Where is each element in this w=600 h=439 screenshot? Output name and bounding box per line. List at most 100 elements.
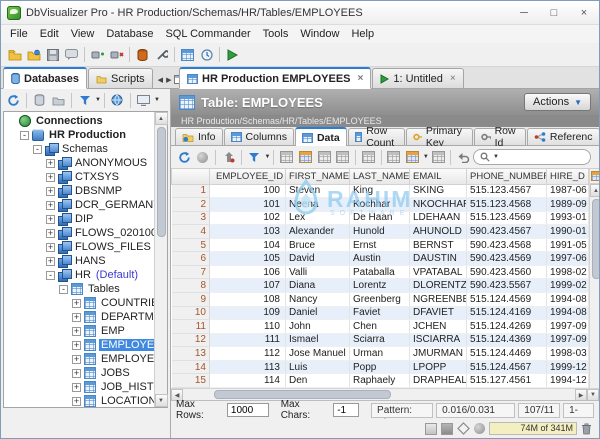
cell-hire-date[interactable]: 1989-09 (546, 197, 589, 212)
cell-first-name[interactable]: Diana (285, 278, 350, 293)
table-row[interactable]: 14 113 Luis Popp LPOPP 515.124.4567 1999… (171, 360, 589, 375)
cell-last-name[interactable]: Lorentz (349, 278, 410, 293)
tab-scroll-left-icon[interactable]: ◀ (158, 76, 163, 84)
cell-first-name[interactable]: Den (285, 373, 350, 388)
cell-email[interactable]: DRAPHEAL (409, 373, 467, 388)
menu-item[interactable]: File (4, 28, 34, 40)
cell-email[interactable]: DLORENTZ (409, 278, 467, 293)
duplicate-row-icon[interactable] (296, 148, 315, 167)
cell-phone-number[interactable]: 515.124.4269 (466, 319, 547, 334)
status-connection-icon[interactable] (474, 423, 485, 434)
cell-last-name[interactable]: Hunold (349, 224, 410, 239)
menu-item[interactable]: SQL Commander (159, 28, 256, 40)
cell-hire-date[interactable]: 1994-12 (546, 373, 589, 388)
disconnect-icon[interactable] (107, 45, 126, 64)
grid-filter-icon[interactable] (245, 148, 264, 167)
actions-button[interactable]: Actions ▼ (524, 93, 591, 111)
table-row[interactable]: 5 104 Bruce Ernst BERNST 590.423.4568 19… (171, 238, 589, 253)
cell-last-name[interactable]: Chen (349, 319, 410, 334)
tree-expander-icon[interactable]: + (72, 354, 81, 364)
cell-employee-id[interactable]: 102 (209, 211, 286, 226)
maximize-button[interactable]: □ (539, 1, 569, 24)
status-compass-icon[interactable] (457, 422, 470, 435)
cell-employee-id[interactable]: 108 (209, 292, 286, 307)
hscroll-track[interactable] (183, 389, 575, 400)
cell-last-name[interactable]: Pataballa (349, 265, 410, 280)
garbage-collect-icon[interactable] (581, 422, 592, 435)
cell-hire-date[interactable]: 1999-12 (546, 360, 589, 375)
row-number-cell[interactable]: 15 (171, 373, 210, 388)
tree-node[interactable]: + CTXSYS (4, 170, 154, 184)
scroll-down-icon[interactable]: ▼ (154, 394, 168, 407)
cell-email[interactable]: AHUNOLD (409, 224, 467, 239)
grid-scrollbar-thumb[interactable] (591, 199, 599, 279)
cell-email[interactable]: DAUSTIN (409, 251, 467, 266)
cell-last-name[interactable]: De Haan (349, 211, 410, 226)
cell-email[interactable]: NKOCHHAR (409, 197, 467, 212)
tree-expander-icon[interactable]: + (72, 298, 81, 308)
cell-employee-id[interactable]: 106 (209, 265, 286, 280)
cell-phone-number[interactable]: 515.124.4567 (466, 360, 547, 375)
tab-close-icon[interactable]: × (358, 73, 364, 84)
cell-email[interactable]: JCHEN (409, 319, 467, 334)
cell-last-name[interactable]: Austin (349, 251, 410, 266)
cell-first-name[interactable]: Alexander (285, 224, 350, 239)
cell-hire-date[interactable]: 1993-01 (546, 211, 589, 226)
tree-node[interactable]: - HR (Default) (4, 268, 154, 282)
tree-expander-icon[interactable]: + (46, 200, 55, 210)
cell-email[interactable]: JMURMAN (409, 346, 467, 361)
cell-hire-date[interactable]: 1999-02 (546, 278, 589, 293)
cell-phone-number[interactable]: 590.423.4568 (466, 238, 547, 253)
row-number-cell[interactable]: 5 (171, 238, 210, 253)
tree-node[interactable]: - Tables (4, 282, 154, 296)
menu-item[interactable]: Database (100, 28, 159, 40)
cell-phone-number[interactable]: 515.123.4569 (466, 211, 547, 226)
row-number-cell[interactable]: 4 (171, 224, 210, 239)
tree-node[interactable]: + DBSNMP (4, 184, 154, 198)
table-row[interactable]: 9 108 Nancy Greenberg NGREENBE 515.124.4… (171, 292, 589, 307)
cell-email[interactable]: NGREENBE (409, 292, 467, 307)
tab-table-employees[interactable]: HR Production EMPLOYEES × (179, 67, 372, 89)
refresh-icon[interactable] (4, 91, 23, 110)
stop-icon[interactable] (194, 148, 213, 167)
cell-first-name[interactable]: Daniel (285, 306, 350, 321)
tree-node[interactable]: + DIP (4, 212, 154, 226)
cell-last-name[interactable]: King (349, 184, 410, 199)
monitor-icon[interactable] (134, 91, 153, 110)
calendar-edit-icon[interactable] (403, 148, 422, 167)
reload-grid-icon[interactable] (175, 148, 194, 167)
cell-employee-id[interactable]: 109 (209, 306, 286, 321)
cell-first-name[interactable]: Neena (285, 197, 350, 212)
cell-first-name[interactable]: Jose Manuel (285, 346, 350, 361)
cell-hire-date[interactable]: 1994-08 (546, 292, 589, 307)
cell-last-name[interactable]: Sciarra (349, 333, 410, 348)
cell-hire-date[interactable]: 1987-06 (546, 184, 589, 199)
tree-expander-icon[interactable]: - (33, 144, 42, 154)
row-number-cell[interactable]: 12 (171, 333, 210, 348)
table-row[interactable]: 6 105 David Austin DAUSTIN 590.423.4569 … (171, 251, 589, 266)
cell-phone-number[interactable]: 515.127.4561 (466, 373, 547, 388)
cell-email[interactable]: ISCIARRA (409, 333, 467, 348)
tree-expander-icon[interactable]: + (72, 326, 81, 336)
connect-icon[interactable] (88, 45, 107, 64)
menu-item[interactable]: View (65, 28, 101, 40)
grid-horizontal-scrollbar[interactable]: ◀ ▶ ▼ (171, 388, 599, 401)
menu-item[interactable]: Window (294, 28, 345, 40)
tree-expander-icon[interactable]: + (46, 228, 55, 238)
cell-phone-number[interactable]: 515.124.4169 (466, 306, 547, 321)
tree-node[interactable]: + ANONYMOUS (4, 156, 154, 170)
row-number-cell[interactable]: 14 (171, 360, 210, 375)
insert-row-icon[interactable] (277, 148, 296, 167)
filter-icon[interactable] (75, 91, 94, 110)
cell-email[interactable]: VPATABAL (409, 265, 467, 280)
tree-expander-icon[interactable]: + (72, 340, 81, 350)
new-connection-icon[interactable] (30, 91, 49, 110)
tree-expander-icon[interactable]: + (46, 172, 55, 182)
cell-hire-date[interactable]: 1998-03 (546, 346, 589, 361)
tab-sql-untitled[interactable]: 1: Untitled × (372, 68, 464, 88)
status-layout-button[interactable] (425, 422, 437, 435)
table-row[interactable]: 12 111 Ismael Sciarra ISCIARRA 515.124.4… (171, 333, 589, 348)
max-chars-input[interactable] (333, 403, 360, 417)
cell-hire-date[interactable]: 1997-09 (546, 319, 589, 334)
edit-cell-icon[interactable] (385, 148, 404, 167)
